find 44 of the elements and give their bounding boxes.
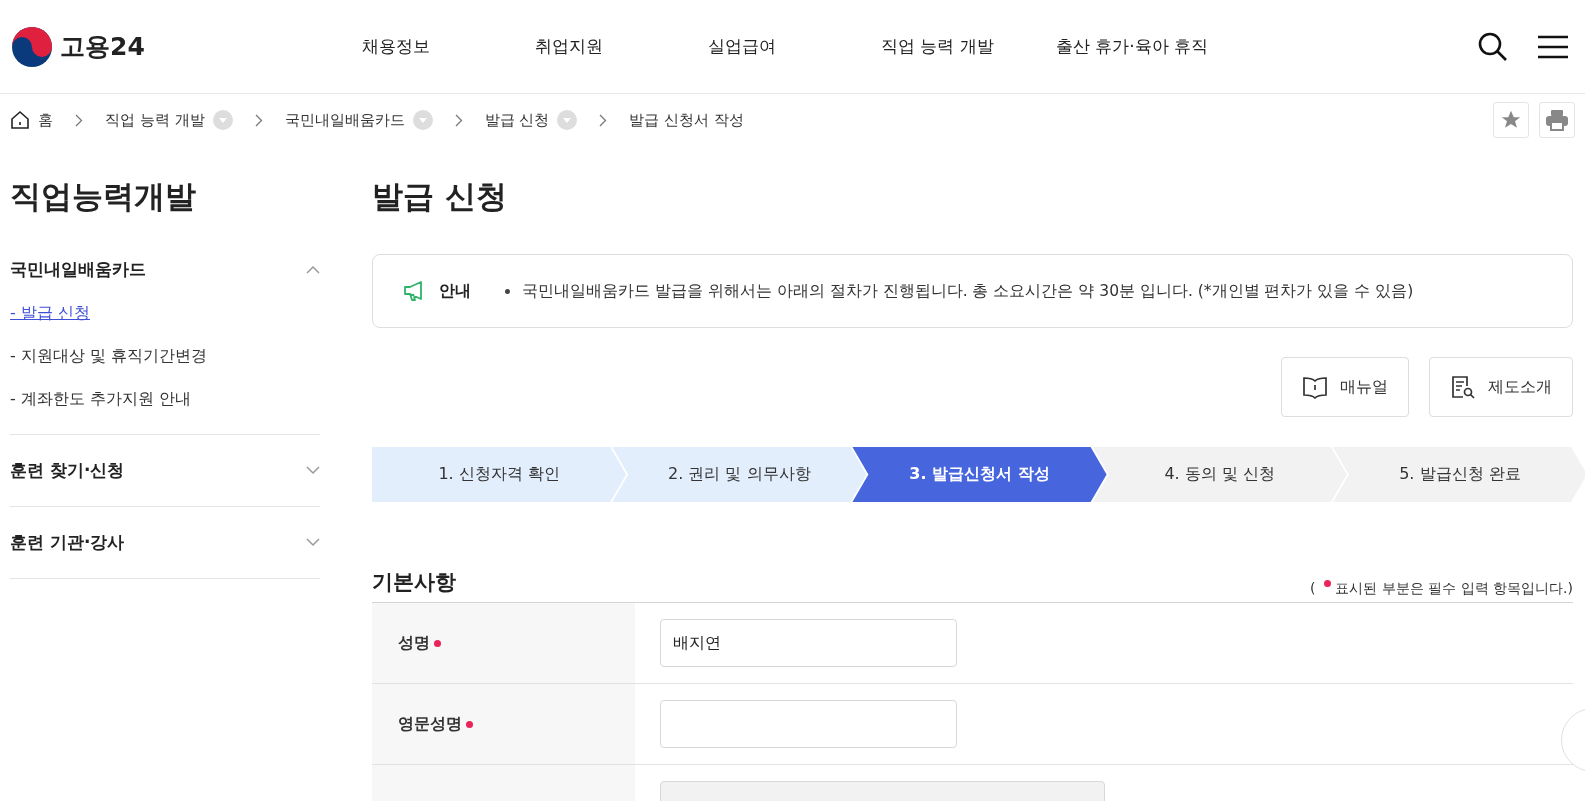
dropdown-icon (212, 110, 233, 130)
sidebar-link[interactable]: - 지원대상 및 휴직기간변경 (10, 346, 208, 367)
field-label: 성명 (398, 632, 430, 654)
sidebar-link[interactable]: - 계좌한도 추가지원 안내 (10, 389, 192, 410)
manual-button[interactable]: 매뉴얼 (1281, 357, 1409, 417)
text-input[interactable] (660, 700, 957, 748)
chevron-right-icon (75, 113, 83, 127)
required-note: ( 표시된 부분은 필수 입력 항목입니다.) (1309, 580, 1573, 598)
breadcrumb-link[interactable]: 직업 능력 개발 (105, 110, 233, 130)
print-button[interactable] (1539, 102, 1575, 138)
sidebar-group[interactable]: 훈련 기관·강사 (10, 531, 320, 554)
text-input[interactable]: 배지연 (660, 619, 957, 667)
nav-link[interactable]: 채용정보 (362, 35, 430, 58)
document-search-icon (1450, 374, 1476, 400)
chevron-right-icon (599, 113, 608, 127)
field-label: 영문성명 (398, 713, 462, 735)
page-title: 발급 신청 (372, 177, 508, 216)
book-icon (1302, 375, 1328, 399)
notice-text: 국민내일배움카드 발급을 위해서는 아래의 절차가 진행됩니다. 총 소요시간은 약 30분 입니다. (*개인별 편차가 있을 수 있음) (522, 280, 1414, 302)
breadcrumb-link[interactable]: 발급 신청서 작성 (629, 110, 744, 130)
home-icon (10, 110, 30, 130)
sidebar-group[interactable]: 국민내일배움카드 (10, 258, 320, 281)
logo-icon (12, 26, 52, 67)
sidebar-title: 직업능력개발 (10, 177, 197, 216)
logo-text[interactable]: 고용24 (60, 30, 145, 63)
nav-link[interactable]: 출산 휴가·육아 휴직 (1055, 35, 1209, 58)
chevron-right-icon (254, 113, 263, 127)
nav-link[interactable]: 직업 능력 개발 (881, 35, 994, 58)
notice-label: 안내 (439, 280, 471, 302)
breadcrumb-link[interactable]: 홈 (10, 110, 53, 130)
chevron-right-icon (454, 113, 463, 127)
breadcrumb-link[interactable]: 국민내일배움카드 (284, 110, 433, 130)
sidebar-link[interactable]: - 발급 신청 (10, 303, 90, 324)
bullet-icon (505, 288, 510, 294)
breadcrumb-link[interactable]: 발급 신청 (484, 110, 578, 130)
section-title: 기본사항 (372, 569, 456, 596)
printer-icon (1545, 109, 1569, 131)
dropdown-icon (557, 110, 578, 130)
nav-link[interactable]: 실업급여 (708, 35, 776, 58)
sidebar-group[interactable]: 훈련 찾기·신청 (10, 459, 320, 482)
dropdown-icon (412, 110, 433, 130)
intro-button[interactable]: 제도소개 (1429, 357, 1573, 417)
nav-link[interactable]: 취업지원 (535, 35, 603, 58)
bookmark-button[interactable] (1493, 102, 1529, 138)
